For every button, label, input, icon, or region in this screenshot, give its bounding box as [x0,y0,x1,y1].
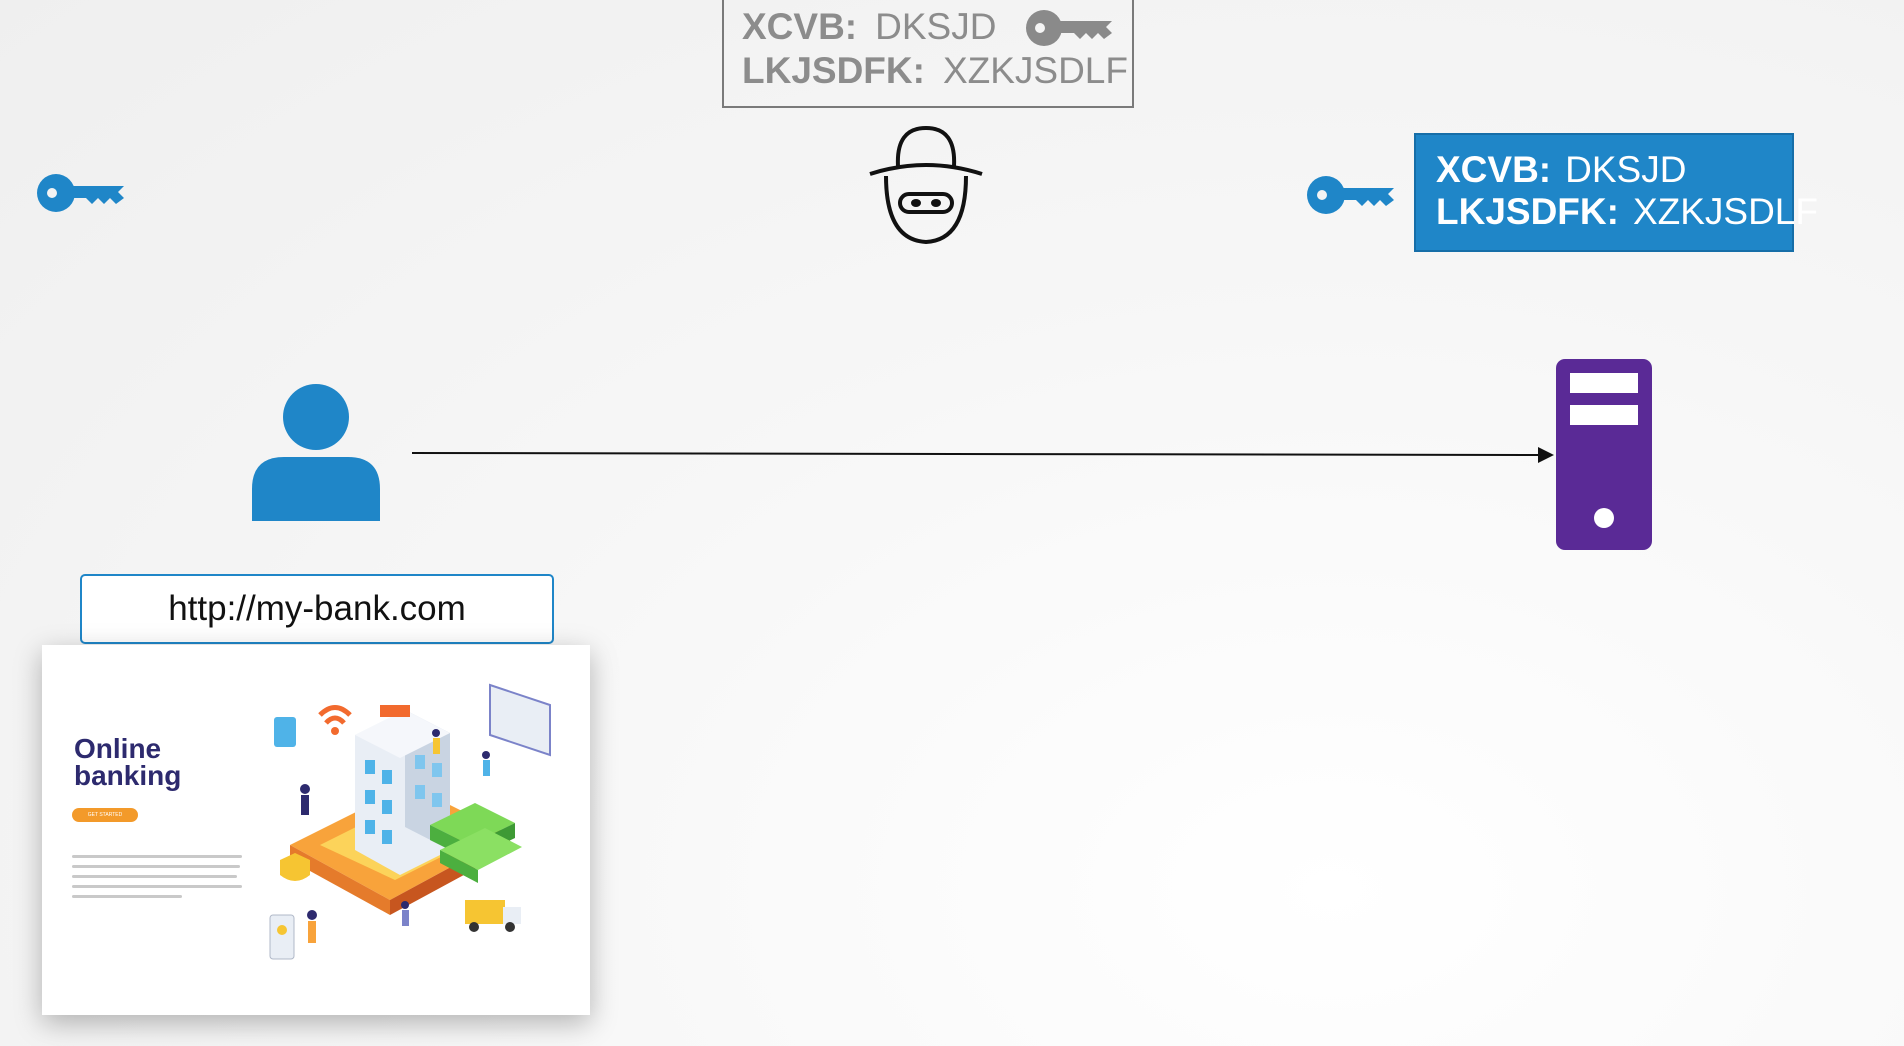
server-credential-key-1: XCVB: [1436,149,1552,190]
server-credential-key-2: LKJSDFK: [1436,191,1619,232]
hacker-credential-line-2: LKJSDFK: XZKJSDLF [742,50,1128,92]
client-key-icon [37,174,124,212]
hacker-credential-line-1: XCVB: DKSJD [742,6,996,48]
stolen-key-icon [1026,10,1112,46]
hacker-credential-value-1: DKSJD [875,6,997,47]
hacker-credential-key-2: LKJSDFK: [742,50,925,91]
server-credential-value-1: DKSJD [1565,149,1687,190]
request-arrow [411,447,1554,463]
hacker-credential-value-2: XZKJSDLF [942,50,1128,91]
browser-url-bar[interactable]: http://my-bank.com [80,574,554,644]
hacker-credential-key-1: XCVB: [742,6,858,47]
website-body-text [72,855,242,905]
server-credential-line-1: XCVB: DKSJD [1436,149,1686,191]
hacker-icon [869,125,983,245]
server-key-icon [1307,176,1394,214]
get-started-button[interactable]: GET STARTED [72,808,138,822]
server-credential-line-2: LKJSDFK: XZKJSDLF [1436,191,1818,233]
user-icon [252,384,380,521]
server-icon [1556,359,1652,550]
url-text: http://my-bank.com [168,589,466,628]
server-credential-value-2: XZKJSDLF [1632,191,1818,232]
website-title: Online banking [74,733,182,791]
server-credentials-box: XCVB: DKSJD LKJSDFK: XZKJSDLF [1414,133,1818,252]
banking-illustration [269,683,551,960]
bank-website-preview: Online banking GET STARTED [42,645,590,1015]
